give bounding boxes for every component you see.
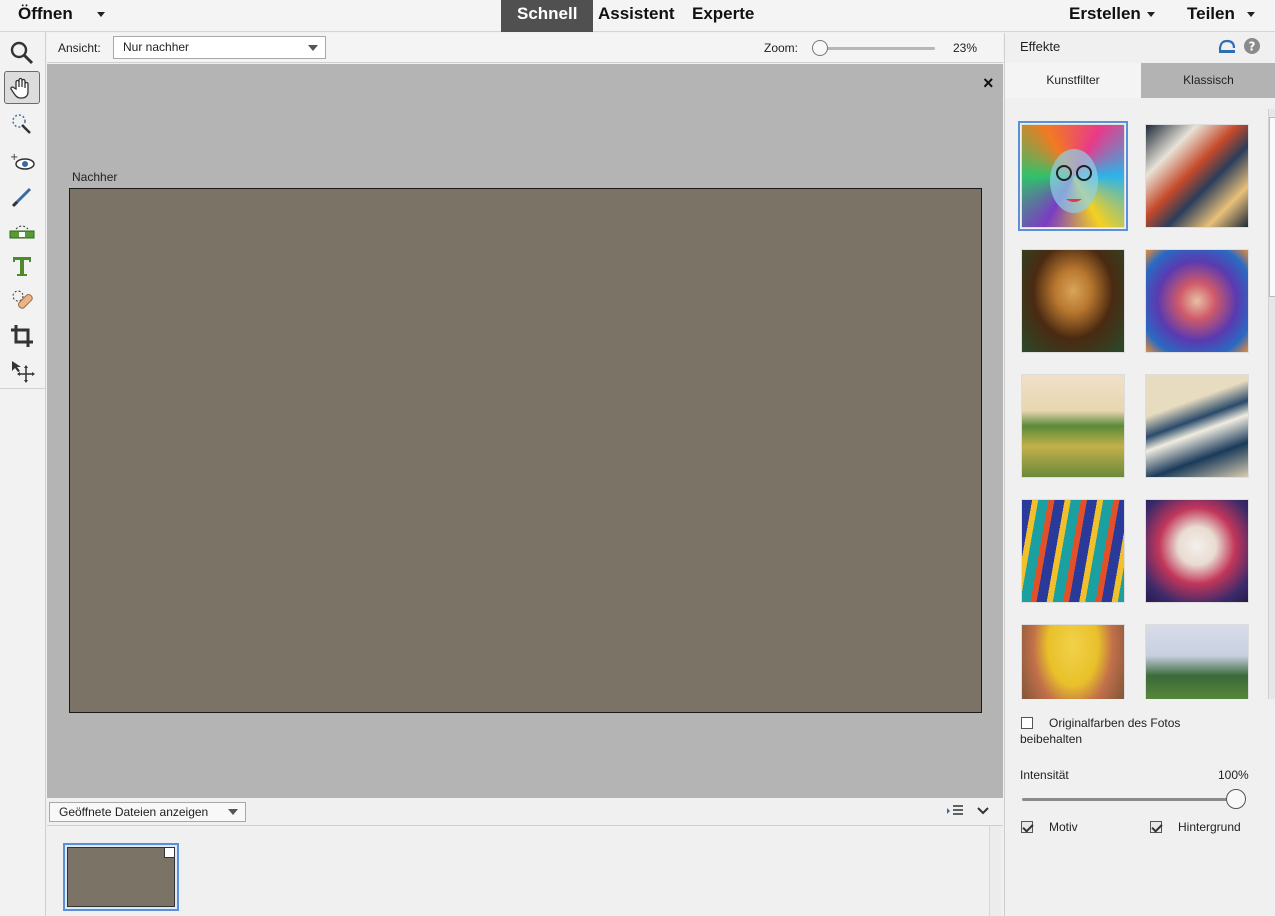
svg-text:?: ? [1249, 40, 1256, 54]
zoom-slider-thumb[interactable] [812, 40, 828, 56]
effect-thumbnail[interactable] [1145, 499, 1249, 603]
effect-thumbnail[interactable] [1021, 624, 1125, 699]
create-menu[interactable]: Erstellen [1069, 0, 1155, 32]
zoom-tool[interactable] [4, 36, 40, 69]
view-select[interactable]: Nur nachher [113, 36, 326, 59]
photo-bin [47, 826, 1003, 916]
effect-thumbnail[interactable] [1145, 374, 1249, 478]
mode-tab-quick[interactable]: Schnell [501, 0, 594, 32]
intensity-slider[interactable] [1022, 798, 1234, 801]
top-menu-bar: Öffnen Schnell Assistent Experte Erstell… [0, 0, 1275, 32]
effect-thumbnail[interactable] [1021, 374, 1125, 478]
mode-tab-guided[interactable]: Assistent [598, 0, 675, 32]
close-icon[interactable]: × [983, 74, 994, 92]
crop-icon [11, 324, 33, 347]
chevron-down-icon [1146, 12, 1155, 18]
effect-thumbnail[interactable] [1145, 124, 1249, 228]
background-checkbox[interactable] [1150, 821, 1162, 833]
straighten-tool[interactable] [4, 215, 40, 248]
keep-colors-checkbox[interactable] [1021, 717, 1033, 729]
zoom-label: Zoom: [764, 41, 799, 55]
share-menu[interactable]: Teilen [1187, 0, 1255, 32]
thumbnail-image [67, 847, 175, 907]
red-eye-tool[interactable]: + [4, 146, 40, 179]
quick-selection-icon [12, 113, 31, 134]
options-bar: Ansicht: Nur nachher Zoom: 23% [47, 33, 1003, 63]
zoom-value: 23% [953, 41, 978, 55]
effect-thumbnail[interactable] [1145, 624, 1249, 699]
image-canvas[interactable] [69, 188, 982, 713]
effect-thumbnail[interactable] [1145, 249, 1249, 353]
effect-thumbnails [1005, 109, 1267, 699]
photo-bin-select[interactable]: Geöffnete Dateien anzeigen [49, 802, 246, 822]
keep-colors-label-cont: beibehalten [1020, 732, 1083, 746]
panel-scrollbar[interactable] [1268, 109, 1275, 699]
view-label: Ansicht: [58, 41, 101, 55]
view-select-value: Nur nachher [123, 40, 190, 54]
crop-tool[interactable] [4, 319, 40, 352]
eye-icon: + [10, 152, 35, 170]
chevron-down-icon [96, 12, 105, 18]
chevron-down-icon [308, 45, 318, 51]
help-icon[interactable]: ? [1243, 37, 1261, 55]
panel-title: Effekte [1020, 39, 1061, 54]
subject-label: Motiv [1049, 820, 1078, 834]
photo-bin-scrollbar[interactable] [989, 826, 1001, 916]
bandage-icon [12, 290, 33, 309]
panel-scrollbar-thumb[interactable] [1269, 117, 1275, 297]
whiten-teeth-tool[interactable] [4, 180, 40, 213]
intensity-slider-thumb[interactable] [1226, 789, 1246, 809]
chevron-down-icon[interactable] [977, 806, 989, 816]
spot-healing-tool[interactable] [4, 284, 40, 317]
hand-tool[interactable] [4, 71, 40, 104]
tab-classic[interactable]: Klassisch [1141, 63, 1275, 98]
level-icon [9, 225, 35, 238]
hand-icon [10, 77, 29, 99]
effects-panel: Effekte ? Kunstfilter Klassisch Original… [1004, 33, 1275, 916]
quick-selection-tool[interactable] [4, 108, 40, 141]
share-menu-label: Teilen [1187, 4, 1235, 23]
subject-checkbox[interactable] [1021, 821, 1033, 833]
effect-thumbnail[interactable] [1021, 499, 1125, 603]
background-label: Hintergrund [1178, 820, 1241, 834]
chevron-down-icon [228, 809, 238, 815]
open-menu-label: Öffnen [18, 4, 73, 23]
face-art-icon [1050, 149, 1098, 213]
view-title: Nachher [72, 170, 118, 184]
type-icon [13, 256, 31, 276]
move-icon [12, 360, 35, 383]
mode-tab-expert[interactable]: Experte [692, 0, 754, 32]
photo-bin-thumbnail[interactable] [63, 843, 179, 911]
magnifier-icon [10, 41, 34, 64]
effect-thumbnail[interactable] [1018, 121, 1128, 231]
photo-bin-bar: Geöffnete Dateien anzeigen [47, 798, 1003, 826]
create-menu-label: Erstellen [1069, 4, 1141, 23]
open-menu[interactable]: Öffnen [18, 0, 105, 32]
photo-bin-select-value: Geöffnete Dateien anzeigen [59, 805, 209, 819]
intensity-value: 100% [1218, 768, 1249, 782]
intensity-label: Intensität [1020, 768, 1069, 782]
tab-artistic[interactable]: Kunstfilter [1005, 63, 1141, 98]
brush-icon [11, 187, 32, 207]
toolbox-divider [0, 388, 46, 389]
bin-options-icon[interactable] [946, 804, 964, 818]
move-tool[interactable] [4, 354, 40, 387]
edit-badge-icon [164, 847, 175, 858]
chevron-down-icon [1246, 12, 1255, 18]
canvas-area: × Nachher [47, 64, 1003, 798]
reset-icon[interactable] [1217, 38, 1237, 54]
effect-thumbnail[interactable] [1021, 249, 1125, 353]
zoom-slider[interactable] [820, 47, 935, 50]
keep-colors-label: Originalfarben des Fotos [1049, 716, 1181, 730]
type-tool[interactable] [4, 249, 40, 282]
toolbox: + [0, 32, 46, 916]
